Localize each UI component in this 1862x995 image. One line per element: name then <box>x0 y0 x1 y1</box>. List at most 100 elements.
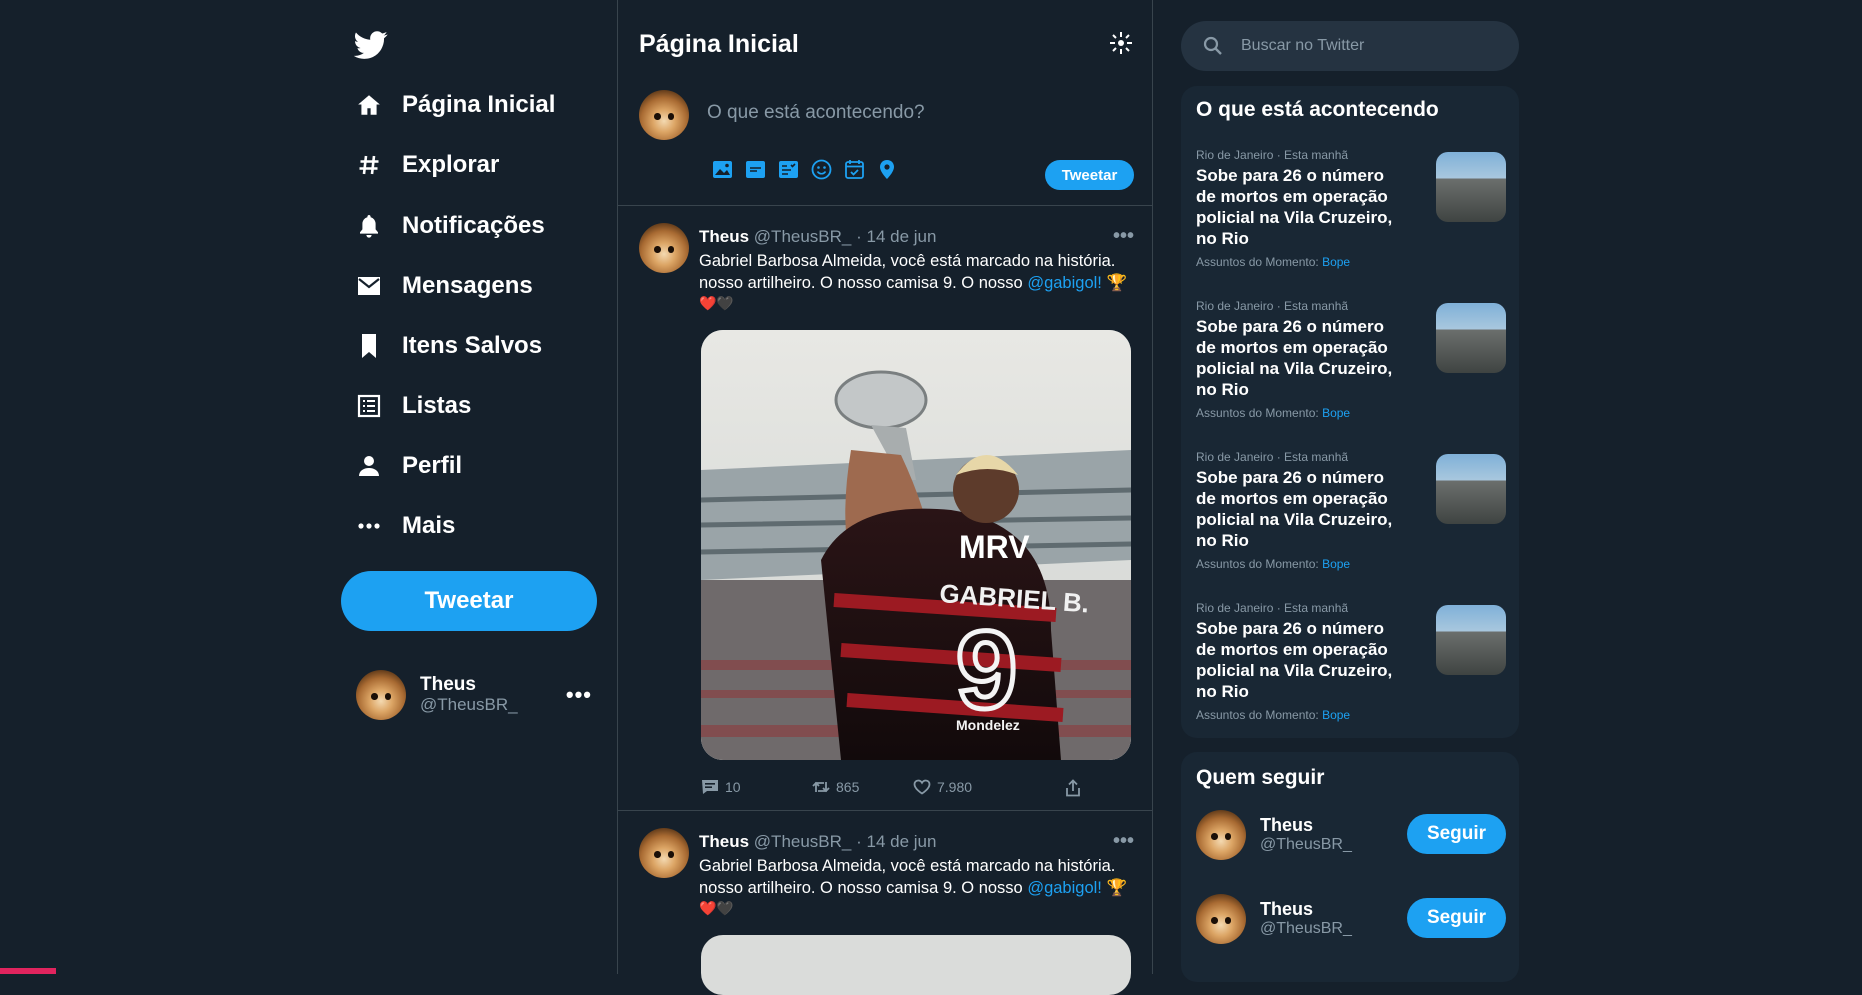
trend-topic-prefix: Assuntos do Momento: <box>1196 557 1323 571</box>
share-icon <box>1066 779 1080 797</box>
follow-names: Theus @TheusBR_ <box>1260 815 1352 855</box>
account-name: Theus <box>420 674 476 695</box>
image-icon[interactable] <box>711 158 733 180</box>
nav-item-label: Listas <box>402 392 472 419</box>
trends-panel: O que está acontecendo Rio de Janeiro · … <box>1181 86 1519 738</box>
sparkle-icon[interactable] <box>1108 30 1134 56</box>
tweet-meta: Theus @TheusBR_ · 14 de jun <box>699 832 936 852</box>
who-to-follow-title: Quem seguir <box>1196 766 1325 789</box>
hearts-emoji: ❤️🖤 <box>699 900 734 916</box>
nav-item-messages[interactable]: Mensagens <box>354 262 533 310</box>
trend-topic: Assuntos do Momento: Bope <box>1196 255 1350 269</box>
mention-link[interactable]: @gabigol! <box>1027 879 1102 897</box>
reply-button[interactable]: 10 <box>701 779 741 795</box>
nav-item-notifications[interactable]: Notificações <box>354 202 545 250</box>
nav-item-label: Itens Salvos <box>402 332 543 359</box>
tweet-author-handle: @TheusBR_ <box>753 832 852 851</box>
gif-icon[interactable] <box>744 158 766 180</box>
trophy-emoji: 🏆 <box>1106 273 1128 292</box>
account-handle: @TheusBR_ <box>420 695 518 714</box>
share-button[interactable] <box>1065 779 1081 797</box>
hearts-emoji: ❤️🖤 <box>699 295 734 311</box>
like-count: 7.980 <box>937 779 973 795</box>
nav-item-explore[interactable]: Explorar <box>354 141 499 189</box>
trend-topic-link[interactable]: Bope <box>1322 557 1350 571</box>
tweet-card[interactable]: Theus @TheusBR_ · 14 de jun ••• Gabriel … <box>618 812 1152 995</box>
like-button[interactable]: 7.980 <box>913 779 972 795</box>
tweet-composer: O que está acontecendo? Tweetar <box>618 88 1152 206</box>
reply-icon <box>702 780 718 794</box>
trend-headline: Sobe para 26 o número de mortos em opera… <box>1196 317 1393 399</box>
tweet-photo[interactable] <box>701 935 1131 995</box>
trend-item[interactable]: Rio de Janeiro · Esta manhã Sobe para 26… <box>1196 450 1506 595</box>
follow-handle: @TheusBR_ <box>1260 920 1352 937</box>
tweet-author-name[interactable]: Theus <box>699 227 749 246</box>
nav-item-label: Página Inicial <box>402 91 556 118</box>
follow-button[interactable]: Seguir <box>1407 898 1506 938</box>
tweet-author-name[interactable]: Theus <box>699 832 749 851</box>
nav-item-label: Mensagens <box>402 272 533 299</box>
tweet-actions: 10 865 7.980 <box>701 779 1121 801</box>
tweet-photo[interactable]: MRV GABRIEL B. 9 Mondelez <box>701 330 1131 760</box>
sidebar-nav: Página Inicial Explorar Notificações Men… <box>340 0 610 974</box>
reply-count: 10 <box>725 779 741 795</box>
follow-names: Theus @TheusBR_ <box>1260 899 1352 939</box>
follow-button[interactable]: Seguir <box>1407 814 1506 854</box>
avatar <box>1196 810 1246 860</box>
follow-suggestion[interactable]: Theus @TheusBR_ Seguir <box>1196 890 1506 948</box>
avatar[interactable] <box>639 828 689 878</box>
twitter-bird-icon[interactable] <box>353 28 388 62</box>
trend-topic-link[interactable]: Bope <box>1322 708 1350 722</box>
follow-suggestion[interactable]: Theus @TheusBR_ Seguir <box>1196 806 1506 864</box>
trend-topic-link[interactable]: Bope <box>1322 255 1350 269</box>
location-icon[interactable] <box>876 158 898 180</box>
page-title: Página Inicial <box>639 30 799 58</box>
mention-link[interactable]: @gabigol! <box>1027 274 1102 292</box>
bookmark-icon <box>354 331 384 361</box>
retweet-count: 865 <box>836 779 860 795</box>
trend-item[interactable]: Rio de Janeiro · Esta manhã Sobe para 26… <box>1196 601 1506 746</box>
more-icon <box>354 511 384 541</box>
account-names: Theus @TheusBR_ <box>420 675 518 715</box>
bell-icon <box>354 211 384 241</box>
tweet-card[interactable]: Theus @TheusBR_ · 14 de jun ••• Gabriel … <box>618 207 1152 811</box>
trend-thumbnail <box>1436 605 1506 675</box>
search-input[interactable] <box>1239 36 1513 56</box>
tweet-date[interactable]: · 14 de jun <box>856 832 936 851</box>
nav-item-bookmarks[interactable]: Itens Salvos <box>354 322 542 370</box>
nav-item-more[interactable]: Mais <box>354 502 455 550</box>
avatar <box>356 670 406 720</box>
compose-input[interactable]: O que está acontecendo? <box>707 102 925 124</box>
tweet-more-icon[interactable]: ••• <box>1113 830 1134 853</box>
trend-topic-link[interactable]: Bope <box>1322 406 1350 420</box>
trend-topic: Assuntos do Momento: Bope <box>1196 557 1350 571</box>
retweet-button[interactable]: 865 <box>812 779 859 795</box>
tweet-author-handle: @TheusBR_ <box>753 227 852 246</box>
tweet-date[interactable]: · 14 de jun <box>856 227 936 246</box>
tweet-more-icon[interactable]: ••• <box>1113 225 1134 248</box>
avatar[interactable] <box>639 223 689 273</box>
account-switcher[interactable]: Theus @TheusBR_ ••• <box>356 668 596 722</box>
twitter-app: Página Inicial Explorar Notificações Men… <box>0 0 1862 995</box>
trend-context: Rio de Janeiro · Esta manhã <box>1196 299 1349 313</box>
avatar <box>639 90 689 140</box>
tweet-meta: Theus @TheusBR_ · 14 de jun <box>699 227 936 247</box>
trend-topic-prefix: Assuntos do Momento: <box>1196 406 1323 420</box>
trend-item[interactable]: Rio de Janeiro · Esta manhã Sobe para 26… <box>1196 148 1506 293</box>
follow-handle: @TheusBR_ <box>1260 836 1352 853</box>
trend-headline: Sobe para 26 o número de mortos em opera… <box>1196 166 1393 248</box>
nav-item-profile[interactable]: Perfil <box>354 442 462 490</box>
nav-item-home[interactable]: Página Inicial <box>354 81 555 129</box>
emoji-icon[interactable] <box>810 158 832 180</box>
trend-item[interactable]: Rio de Janeiro · Esta manhã Sobe para 26… <box>1196 299 1506 444</box>
home-icon <box>354 90 384 120</box>
composer-tweet-button[interactable]: Tweetar <box>1045 160 1134 190</box>
nav-item-lists[interactable]: Listas <box>354 382 471 430</box>
account-more-icon[interactable]: ••• <box>566 682 592 708</box>
follow-name: Theus <box>1260 899 1314 919</box>
schedule-icon[interactable] <box>843 158 865 180</box>
poll-icon[interactable] <box>777 158 799 180</box>
composer-toolbar <box>711 158 898 180</box>
tweet-button[interactable]: Tweetar <box>341 571 597 631</box>
trends-title: O que está acontecendo <box>1196 98 1439 121</box>
